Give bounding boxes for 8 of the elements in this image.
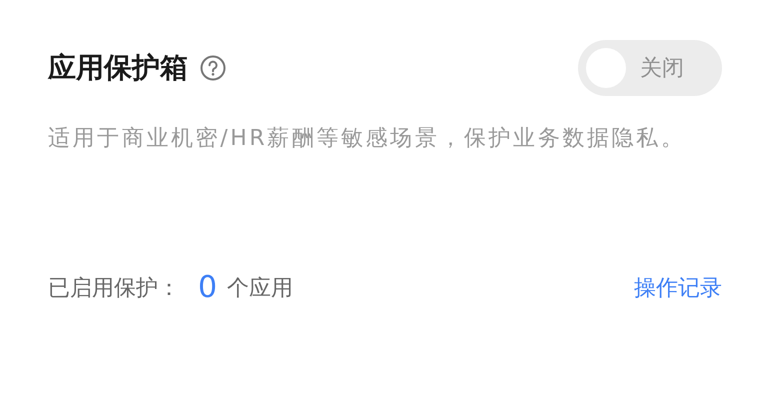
operation-log-link[interactable]: 操作记录 [634,272,722,302]
toggle-switch[interactable]: 关闭 [578,40,722,96]
app-count: 0 [198,270,218,305]
count-unit: 个应用 [227,274,294,302]
description-text: 适用于商业机密/HR薪酬等敏感场景，保护业务数据隐私。 [48,125,686,153]
status-label: 已启用保护： [48,274,180,302]
help-icon[interactable] [200,55,226,81]
card-title: 应用保护箱 [48,50,188,86]
